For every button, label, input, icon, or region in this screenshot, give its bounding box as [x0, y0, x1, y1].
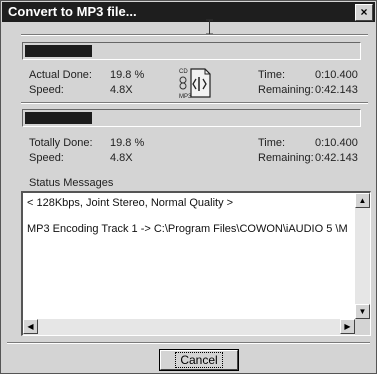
status-messages-box[interactable]: < 128Kbps, Joint Stereo, Normal Quality … [21, 191, 371, 336]
track-progress-fill [25, 45, 92, 57]
actual-done-label: Actual Done: [29, 69, 92, 81]
window-title: Convert to MP3 file... [8, 4, 137, 19]
status-line: < 128Kbps, Joint Stereo, Normal Quality … [27, 197, 234, 209]
speed-value: 4.8X [110, 84, 133, 96]
scroll-right-button[interactable]: ▶ [340, 319, 355, 334]
actual-done-value: 19.8 % [110, 69, 145, 81]
horizontal-scrollbar[interactable]: ◀ ▶ [23, 319, 355, 335]
cancel-button-label: Cancel [175, 352, 223, 368]
scrollbar-corner [355, 319, 370, 335]
totally-done-label: Totally Done: [29, 137, 93, 149]
title-bar[interactable]: Convert to MP3 file... × [2, 2, 375, 22]
separator [21, 102, 368, 104]
cd-label: CD [179, 69, 188, 75]
scroll-left-button[interactable]: ◀ [23, 319, 38, 334]
scroll-up-button[interactable]: ▲ [355, 193, 370, 208]
vertical-scrollbar[interactable]: ▲ ▼ [355, 193, 370, 319]
separator [21, 34, 368, 36]
total-remaining-label: Remaining: [258, 152, 314, 164]
total-remaining-value: 0:42.143 [315, 152, 358, 164]
totally-done-value: 19.8 % [110, 137, 145, 149]
separator [7, 342, 370, 344]
cancel-button[interactable]: Cancel [159, 349, 239, 371]
ibeam-cursor-icon [206, 19, 213, 35]
total-time-value: 0:10.400 [315, 137, 358, 149]
total-speed-value: 4.8X [110, 152, 133, 164]
total-time-label: Time: [258, 137, 286, 149]
speed-label: Speed: [29, 84, 64, 96]
status-line: MP3 Encoding Track 1 -> C:\Program Files… [27, 223, 348, 235]
total-speed-label: Speed: [29, 152, 64, 164]
remaining-label: Remaining: [258, 84, 314, 96]
total-progress-bar [22, 109, 361, 127]
cd-to-mp3-icon: CD MP3 [179, 65, 213, 101]
status-messages-label: Status Messages [29, 177, 114, 189]
close-button[interactable]: × [355, 4, 373, 21]
remaining-value: 0:42.143 [315, 84, 358, 96]
track-progress-bar [22, 42, 361, 60]
time-value: 0:10.400 [315, 69, 358, 81]
total-progress-fill [25, 112, 92, 124]
mp3-label: MP3 [179, 94, 192, 100]
convert-dialog: Convert to MP3 file... × Actual Done: 19… [0, 0, 377, 374]
time-label: Time: [258, 69, 286, 81]
scroll-down-button[interactable]: ▼ [355, 304, 370, 319]
